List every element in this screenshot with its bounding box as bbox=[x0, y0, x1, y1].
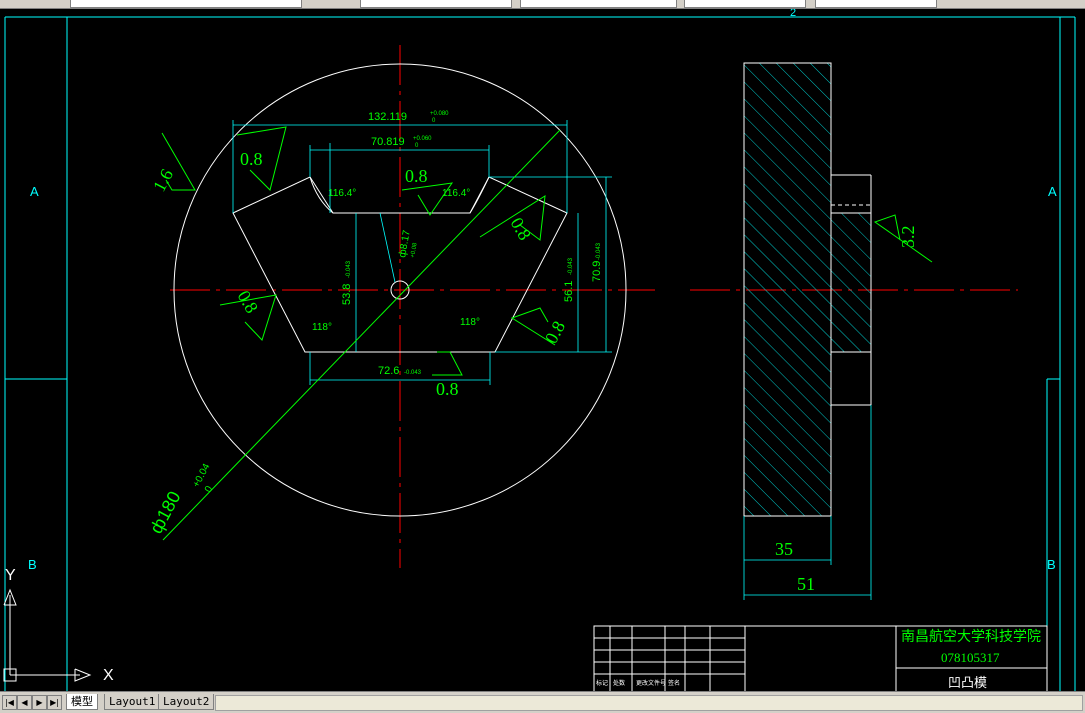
roughness-bl: 0.8 bbox=[234, 287, 263, 316]
toolbar-segment[interactable] bbox=[70, 0, 302, 8]
tab-layout2[interactable]: Layout2 bbox=[158, 694, 215, 710]
ucs-x-label: X bbox=[103, 667, 114, 684]
title-cell-sign: 签名 bbox=[668, 679, 680, 687]
dim-outer-dia-tol-upper: +0.04 bbox=[191, 462, 213, 490]
dim-angle-br: 118° bbox=[460, 317, 480, 328]
side-dim-51: 51 bbox=[797, 574, 815, 594]
dim-inner-width: 70.819 bbox=[371, 136, 405, 148]
title-school: 南昌航空大学科技学院 bbox=[901, 629, 1041, 645]
nav-next-button[interactable]: ▶ bbox=[32, 695, 47, 710]
dim-hole-dia-tol: +0.08 bbox=[410, 242, 419, 259]
dim-top-width: 132.119 bbox=[368, 111, 407, 123]
roughness-br: 0.8 bbox=[541, 318, 569, 347]
roughness-tl: 0.8 bbox=[240, 149, 263, 169]
title-cell-count: 处数 bbox=[613, 679, 625, 687]
side-roughness: 3.2 bbox=[898, 226, 918, 249]
horizontal-scrollbar[interactable] bbox=[215, 695, 1083, 711]
nav-last-button[interactable]: ▶| bbox=[47, 695, 62, 710]
dim-top-width-tol: +0.080 bbox=[430, 111, 449, 117]
side-view: 35 51 3.2 bbox=[690, 62, 1018, 600]
dim-outer-dia: ф180 bbox=[146, 488, 185, 537]
nav-first-button[interactable]: |◀ bbox=[2, 695, 17, 710]
zone-number-top: 2 bbox=[790, 9, 796, 19]
status-bar: |◀ ◀ ▶ ▶| 模型 Layout1 Layout2 bbox=[0, 691, 1085, 713]
tab-layout1[interactable]: Layout1 bbox=[104, 694, 161, 710]
toolbar-segment[interactable] bbox=[360, 0, 512, 8]
ucs-y-label: Y bbox=[5, 567, 16, 584]
side-body-hatched bbox=[743, 62, 832, 517]
title-cell-mark: 标记 bbox=[596, 679, 608, 687]
dim-bottom-width-tol: -0.043 bbox=[404, 370, 422, 376]
zone-letter-b-right: B bbox=[1047, 557, 1056, 572]
side-boss-hatched bbox=[830, 212, 872, 353]
dim-angle-bl: 118° bbox=[312, 322, 332, 333]
roughness-bottom: 0.8 bbox=[436, 379, 459, 399]
zone-letter-b-left: B bbox=[28, 557, 37, 572]
dim-top-width-tol-lower: 0 bbox=[432, 118, 436, 124]
dim-height-left: 53.8 bbox=[341, 284, 353, 305]
roughness-tr: 0.8 bbox=[507, 214, 536, 243]
title-part-name: 凹凸模 bbox=[948, 675, 987, 690]
dim-height-outer-tol: -0.043 bbox=[596, 242, 602, 260]
roughness-top: 0.8 bbox=[405, 166, 428, 186]
zone-letter-a-left: A bbox=[30, 184, 39, 199]
dim-bottom-width: 72.6 bbox=[378, 365, 399, 377]
dim-inner-width-tol-lower: 0 bbox=[415, 143, 419, 149]
dim-height-right: 56.1 bbox=[563, 281, 575, 302]
drawing-canvas[interactable]: A B A B 2 132.119 +0.080 0 70.819 +0.060… bbox=[0, 9, 1085, 691]
nav-prev-button[interactable]: ◀ bbox=[17, 695, 32, 710]
toolbar-segment[interactable] bbox=[520, 0, 677, 8]
dim-angle-tr: 116.4° bbox=[442, 188, 470, 199]
dim-height-left-tol: -0.043 bbox=[346, 260, 352, 278]
front-view: 132.119 +0.080 0 70.819 +0.060 0 72.6 -0… bbox=[146, 45, 655, 568]
dim-angle-tl: 116.4° bbox=[328, 188, 356, 199]
ucs-icon bbox=[3, 588, 92, 682]
tab-model[interactable]: 模型 bbox=[66, 694, 98, 710]
toolbar bbox=[0, 0, 1085, 9]
dim-outer-dia-tol-lower: 0 bbox=[203, 484, 216, 494]
drawing-frame bbox=[4, 16, 1076, 691]
dim-inner-width-tol: +0.060 bbox=[413, 136, 432, 142]
toolbar-segment[interactable] bbox=[684, 0, 806, 8]
dim-height-right-tol: -0.043 bbox=[568, 257, 574, 275]
side-dim-35: 35 bbox=[775, 539, 793, 559]
title-student-id: 078105317 bbox=[941, 650, 1000, 665]
toolbar-segment[interactable] bbox=[815, 0, 937, 8]
zone-letter-a-right: A bbox=[1048, 184, 1057, 199]
title-cell-change: 更改文件号 bbox=[636, 679, 666, 687]
diameter-leader bbox=[162, 129, 561, 541]
dim-height-outer: 70.9 bbox=[591, 261, 603, 282]
